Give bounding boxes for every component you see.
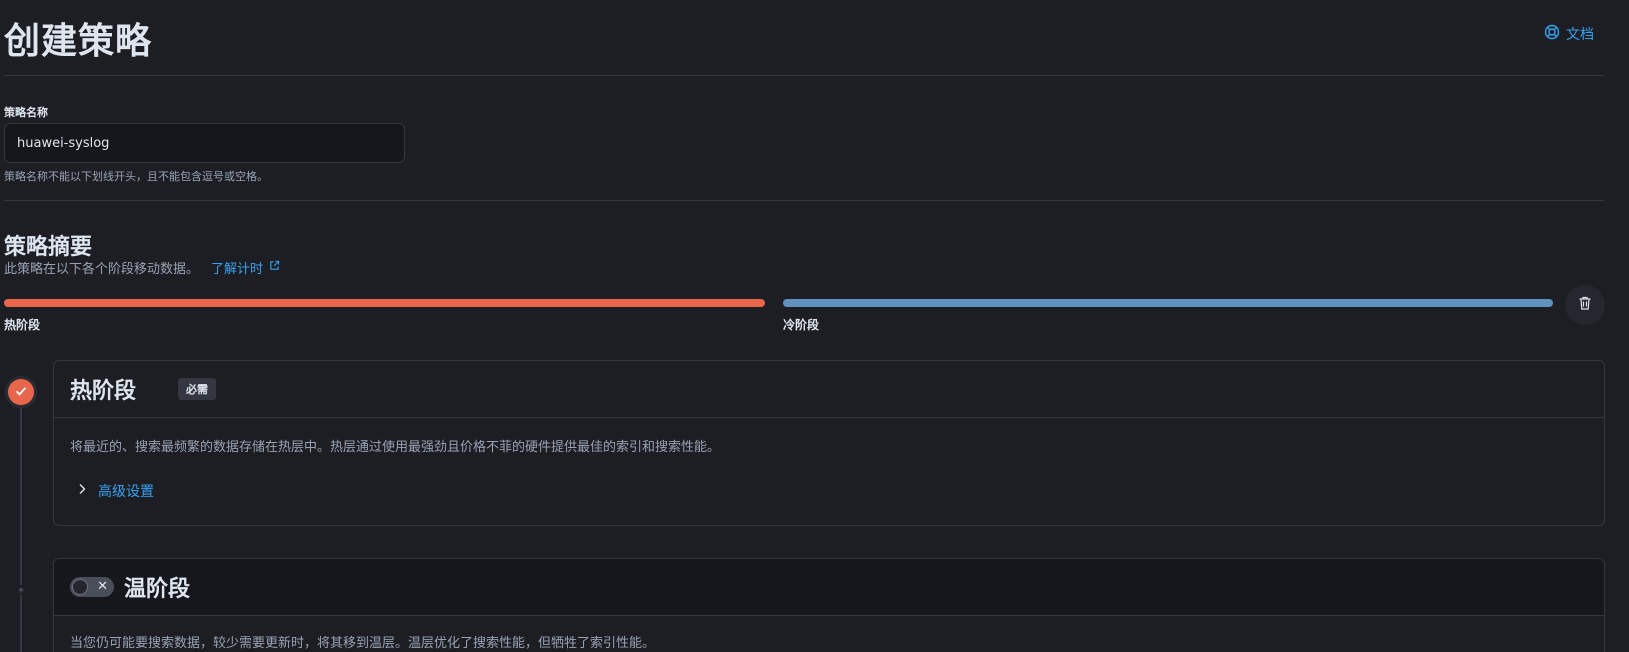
policy-name-label: 策略名称 — [4, 106, 48, 119]
page-title: 创建策略 — [4, 21, 153, 62]
warm-phase-body: 当您仍可能要搜索数据，较少需要更新时，将其移到温层。温层优化了搜索性能，但牺牲了… — [54, 616, 1604, 652]
hot-phase-description: 将最近的、搜索最频繁的数据存储在热层中。热层通过使用最强劲且价格不菲的硬件提供最… — [70, 440, 721, 455]
hot-phase-bar — [4, 299, 765, 307]
docs-link[interactable]: 文档 — [1544, 24, 1594, 44]
docs-link-label: 文档 — [1566, 27, 1594, 43]
warm-phase-description: 当您仍可能要搜索数据，较少需要更新时，将其移到温层。温层优化了搜索性能，但牺牲了… — [70, 636, 656, 651]
cross-icon: ✕ — [97, 579, 108, 594]
external-link-icon — [269, 260, 280, 275]
cold-phase-bar-label: 冷阶段 — [783, 318, 820, 332]
policy-name-input[interactable] — [4, 123, 405, 163]
delete-phase-button[interactable] — [1565, 285, 1605, 325]
warm-phase-switch[interactable]: ✕ — [70, 577, 114, 597]
summary-title: 策略摘要 — [4, 235, 93, 260]
warm-phase-title: 温阶段 — [124, 577, 191, 602]
check-icon — [14, 383, 28, 402]
hot-phase-bar-label: 热阶段 — [4, 318, 41, 332]
cold-phase-bar — [783, 299, 1553, 307]
trash-icon — [1577, 295, 1593, 315]
switch-knob — [72, 579, 88, 595]
hot-step-indicator — [8, 379, 34, 405]
hot-phase-header: 热阶段 必需 — [54, 361, 1604, 418]
learn-timing-label: 了解计时 — [211, 262, 264, 277]
section-divider — [4, 200, 1604, 201]
learn-timing-link[interactable]: 了解计时 — [211, 258, 280, 277]
policy-name-help: 策略名称不能以下划线开头，且不能包含逗号或空格。 — [4, 170, 268, 183]
header-divider — [4, 75, 1604, 76]
lifebuoy-icon — [1544, 24, 1560, 44]
warm-step-indicator — [16, 585, 26, 595]
hot-phase-body: 将最近的、搜索最频繁的数据存储在热层中。热层通过使用最强劲且价格不菲的硬件提供最… — [54, 418, 1604, 519]
hot-phase-panel: 热阶段 必需 将最近的、搜索最频繁的数据存储在热层中。热层通过使用最强劲且价格不… — [53, 360, 1605, 526]
chevron-right-icon — [76, 483, 88, 499]
create-policy-page: 创建策略 文档 策略名称 策略名称不能以下划线开头，且不能包含逗号或空格。 策略… — [0, 0, 1629, 652]
required-badge: 必需 — [178, 378, 217, 400]
advanced-settings-label: 高级设置 — [98, 484, 154, 500]
summary-description: 此策略在以下各个阶段移动数据。 了解计时 — [4, 258, 280, 277]
warm-phase-panel: ✕ 温阶段 当您仍可能要搜索数据，较少需要更新时，将其移到温层。温层优化了搜索性… — [53, 558, 1605, 652]
hot-phase-title: 热阶段 — [70, 379, 137, 404]
timeline-line — [20, 400, 22, 652]
warm-phase-header: ✕ 温阶段 — [54, 559, 1604, 616]
advanced-settings-toggle[interactable]: 高级设置 — [70, 481, 1588, 501]
summary-description-text: 此策略在以下各个阶段移动数据。 — [4, 262, 200, 277]
